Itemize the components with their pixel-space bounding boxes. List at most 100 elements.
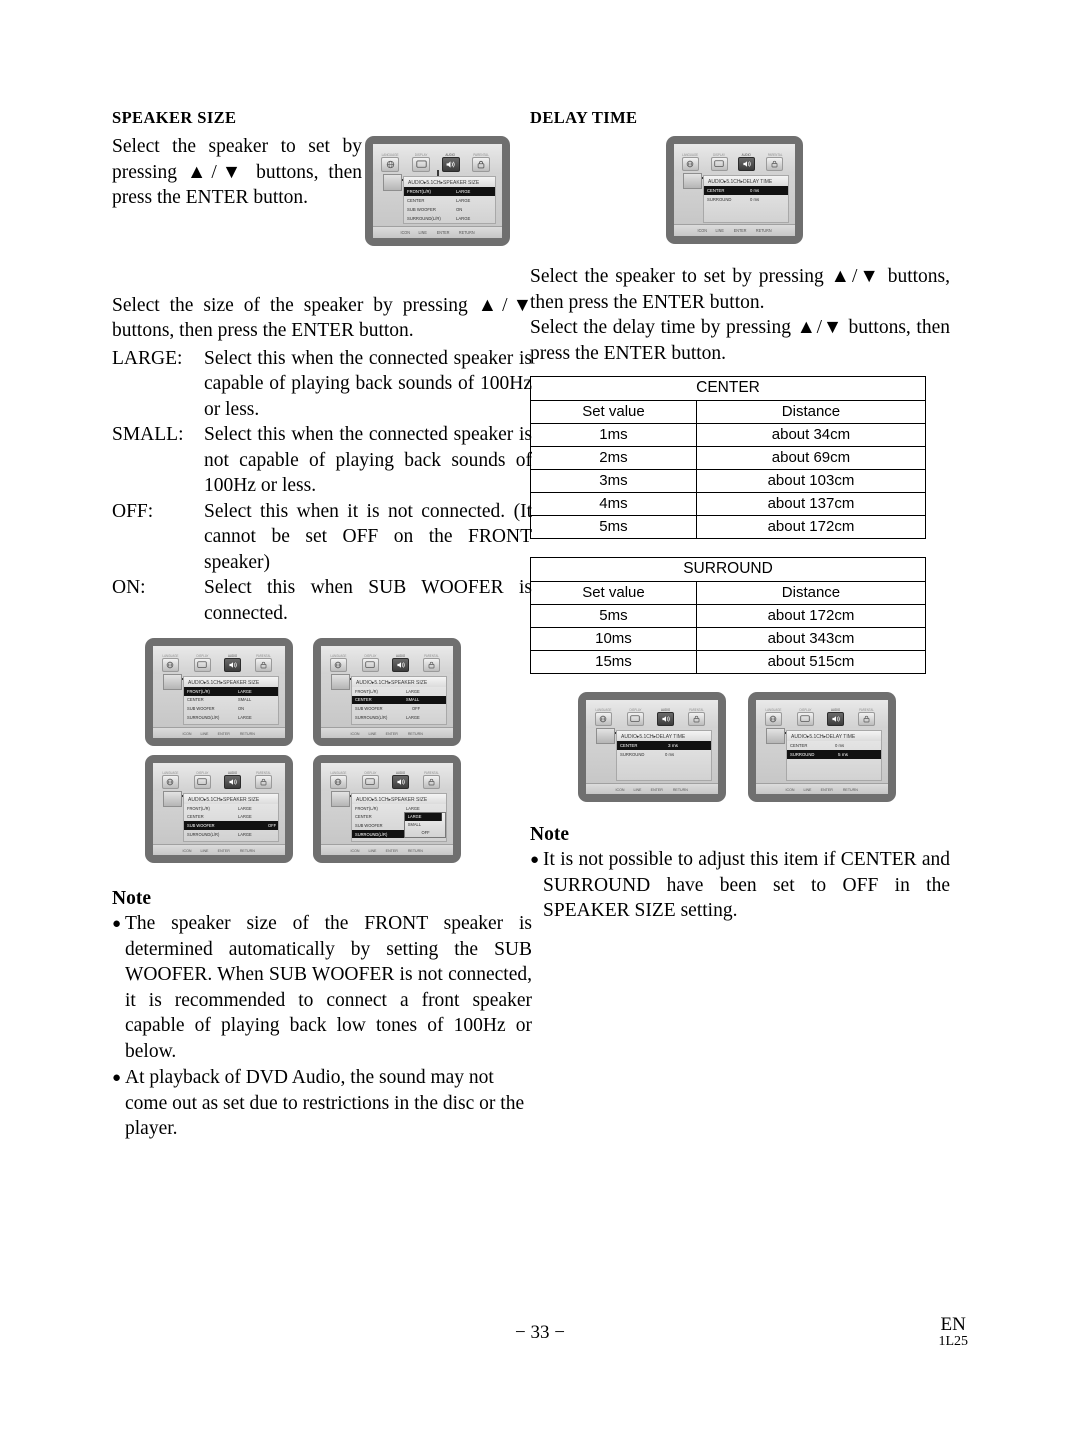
osd-footer-bar: ICON LINE ENTER RETURN [153, 844, 285, 855]
osd-menu-row[interactable]: FRONT(L/R) LARGE [184, 687, 278, 696]
osd-menu-row[interactable]: SURROUND(L/R) LARGE [184, 713, 278, 722]
osd-tab-audio[interactable]: AUDIO [388, 771, 413, 789]
osd-tab-audio[interactable]: AUDIO [823, 708, 848, 726]
osd-footer-bar: ICON LINE ENTER RETURN [586, 783, 718, 794]
definition-description: Select this when SUB WOOFER is connected… [204, 577, 532, 624]
osd-menu-row[interactable]: SURROUND(L/R) LARGE [352, 713, 446, 722]
osd-row-value: 0 ms [750, 197, 760, 202]
osd-tab-audio[interactable]: AUDIO [388, 654, 413, 672]
osd-foot-enter: ENTER [218, 847, 231, 853]
osd-tab-audio[interactable]: AUDIO [438, 153, 462, 172]
speaker-size-intro: Select the speaker to set by pressing ▲/… [112, 136, 362, 208]
osd-screen: LANGUAGE DISPLAY AUDIO PARENTAL AUDIO▸5.… [586, 700, 718, 794]
osd-row-value: LARGE [456, 198, 471, 203]
osd-tab-parental[interactable]: PARENTAL [467, 153, 495, 172]
osd-menu-row[interactable]: SURROUND 0 ms [617, 750, 711, 759]
osd-menu-row[interactable]: SUB WOOFER OFF [184, 821, 278, 830]
osd-menu-row[interactable]: CENTER SMALL [184, 696, 278, 705]
osd-menu-row[interactable]: FRONT(L/R) LARGE [352, 687, 446, 696]
osd-footer-bar: ICON LINE ENTER RETURN [373, 226, 502, 238]
note-list-item: ● The speaker size of the FRONT speaker … [112, 911, 532, 1064]
table-row: 4ms about 137cm [530, 492, 927, 516]
osd-tab-parental[interactable]: PARENTAL [417, 771, 446, 789]
osd-tab-parental[interactable]: PARENTAL [762, 153, 788, 171]
note-heading: Note [530, 824, 569, 845]
definition-description: Select this when the connected speaker i… [204, 347, 532, 420]
osd-row-label: SUB WOOFER [187, 705, 215, 711]
osd-tab-audio[interactable]: AUDIO [220, 771, 245, 789]
osd-tab-label: DISPLAY [629, 708, 642, 712]
osd-menu-row[interactable]: SURROUND(L/R) LARGE [404, 214, 495, 223]
osd-menu-row[interactable]: CENTER LARGE [404, 196, 495, 205]
osd-tab-label: AUDIO [742, 153, 752, 157]
osd-footer-bar: ICON LINE ENTER RETURN [321, 727, 453, 738]
osd-tab-audio[interactable]: AUDIO [220, 654, 245, 672]
table-cell-setvalue: 5ms [530, 515, 697, 539]
osd-tab-label: PARENTAL [256, 654, 271, 658]
document-code: 1L25 [938, 1334, 968, 1349]
osd-tab-label: PARENTAL [767, 153, 783, 157]
osd-tab-parental[interactable]: PARENTAL [249, 771, 278, 789]
osd-menu-row[interactable]: SURROUND(L/R) LARGE [184, 830, 278, 839]
speaker-size-instruction: Select the size of the speaker by pressi… [112, 294, 532, 342]
osd-tab-parental[interactable]: PARENTAL [852, 708, 881, 726]
osd-tab-label: DISPLAY [713, 153, 726, 157]
speaker-size-osd-grid: LANGUAGE DISPLAY AUDIO PARENTAL AUDIO▸5.… [112, 638, 532, 870]
osd-tab-label: PARENTAL [473, 153, 489, 157]
osd-row-value: 0 ms [750, 188, 760, 193]
osd-foot-line: LINE [200, 730, 209, 736]
osd-foot-enter: ENTER [218, 730, 231, 736]
osd-menu-row[interactable]: CENTER LARGE [184, 813, 278, 822]
table-cell-setvalue: 3ms [530, 469, 697, 493]
osd-tab-audio[interactable]: AUDIO [653, 708, 678, 726]
osd-tab-label: DISPLAY [364, 654, 377, 658]
table-header-row: Set value Distance [530, 400, 927, 424]
osd-tab-label: PARENTAL [256, 771, 271, 775]
osd-menu-row[interactable]: FRONT(L/R) LARGE [404, 187, 495, 196]
delay-value-box[interactable]: 5 ms [835, 750, 868, 759]
table-cell-setvalue: 5ms [530, 604, 697, 628]
osd-menu-row[interactable]: SUB WOOFER ON [184, 704, 278, 713]
osd-tab-parental[interactable]: PARENTAL [417, 654, 446, 672]
osd-menu-row[interactable]: FRONT(L/R) LARGE [184, 804, 278, 813]
bullet-icon: ● [112, 1070, 122, 1086]
osd-foot-line: LINE [715, 228, 725, 233]
osd-menu-row[interactable]: SURROUND 0 ms [704, 195, 788, 204]
osd-menu-row[interactable]: CENTER 0 ms [787, 741, 881, 750]
osd-menu-row[interactable]: CENTER SMALL [352, 695, 446, 705]
osd-menu-row[interactable]: CENTER 0 ms [704, 186, 788, 195]
osd-size-dropdown[interactable]: LARGE SMALL OFF [404, 812, 446, 838]
osd-foot-return: RETURN [239, 847, 255, 853]
speaker-icon [441, 157, 460, 172]
osd-tab-label: AUDIO [660, 708, 671, 712]
osd-row-label: SUB WOOFER [355, 705, 383, 711]
osd-row-value: LARGE [238, 805, 252, 811]
osd-tab-label: LANGUAGE [162, 771, 179, 775]
osd-row-label: SURROUND(L/R) [355, 714, 388, 720]
delay-value-box[interactable]: 3 ms [665, 741, 698, 750]
osd-tab-label: AUDIO [445, 153, 456, 157]
note-text: It is not possible to adjust this item i… [543, 849, 950, 921]
osd-foot-return: RETURN [407, 847, 423, 853]
osd-row-value: LARGE [238, 831, 252, 837]
osd-row-value: LARGE [456, 189, 471, 194]
osd-row-value: SMALL [238, 697, 252, 703]
osd-tab-parental[interactable]: PARENTAL [249, 654, 278, 672]
dropdown-option-large[interactable]: LARGE [405, 813, 442, 821]
osd-tab-audio[interactable]: AUDIO [735, 153, 757, 171]
table-row: 10ms about 343cm [530, 627, 927, 651]
lock-icon [471, 157, 490, 172]
osd-foot-icon: ICON [785, 786, 795, 792]
definition-off: OFF: Select this when it is not connecte… [112, 499, 532, 576]
definition-term: ON: [112, 577, 146, 598]
osd-foot-line: LINE [368, 730, 377, 736]
osd-menu-row[interactable]: SUB WOOFER OFF [352, 704, 446, 713]
dropdown-option-small[interactable]: SMALL [405, 821, 442, 829]
osd-section-badge [383, 174, 402, 191]
dropdown-option-off[interactable]: OFF [405, 829, 442, 837]
osd-tab-parental[interactable]: PARENTAL [682, 708, 711, 726]
osd-row-label: SURROUND [790, 752, 815, 757]
right-column: DELAY TIME LANGUAGE DISPLAY AUDIO PARENT… [530, 108, 950, 925]
delay-table-center: CENTER Set value Distance 1ms about 34cm… [530, 376, 927, 539]
osd-menu-row[interactable]: SUB WOOFER ON [404, 205, 495, 214]
